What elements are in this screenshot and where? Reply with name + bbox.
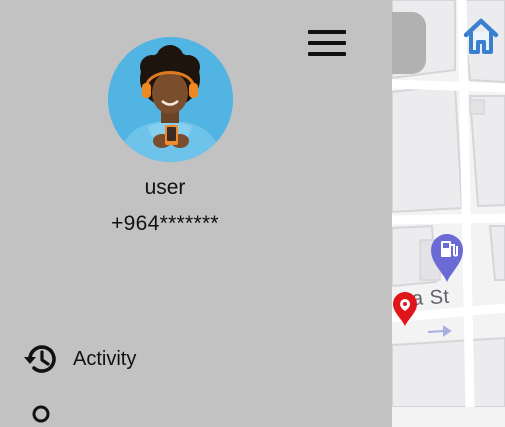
side-drawer: user +964******* Activity <box>0 0 392 427</box>
nav-item-next[interactable] <box>22 400 60 427</box>
gas-station-marker-icon[interactable] <box>428 231 466 283</box>
avatar[interactable] <box>108 37 233 162</box>
user-name: user <box>144 176 186 199</box>
home-icon <box>463 18 499 54</box>
partial-menu-icon <box>22 401 60 427</box>
nav-item-activity[interactable]: Activity <box>22 339 136 379</box>
hamburger-menu-button[interactable] <box>306 26 348 60</box>
home-button[interactable] <box>462 16 505 62</box>
avatar-image <box>108 37 233 162</box>
nav-item-label: Activity <box>73 347 137 370</box>
menu-icon <box>308 30 346 34</box>
user-phone: +964******* <box>111 212 219 235</box>
location-pin-icon[interactable] <box>391 291 419 327</box>
history-icon <box>22 340 60 378</box>
